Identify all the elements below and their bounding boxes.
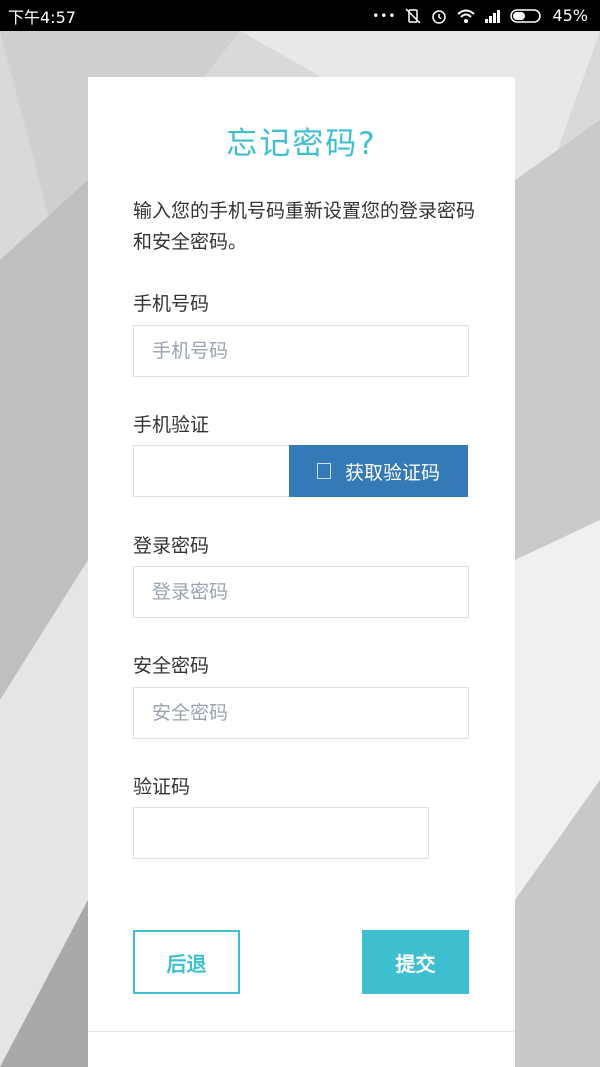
get-code-button[interactable]: 获取验证码 [289,445,468,497]
get-code-label: 获取验证码 [344,462,440,484]
security-password-input[interactable] [133,687,469,739]
wifi-icon [457,9,476,23]
captcha-input[interactable] [133,807,429,859]
signal-icon [485,9,501,23]
sms-label: 手机验证 [133,414,210,436]
phone-label: 手机号码 [133,293,210,315]
battery-icon [510,8,542,23]
security-password-label: 安全密码 [133,655,210,677]
sms-code-input[interactable] [133,445,290,497]
intro-text: 输入您的手机号码重新设置您的登录密码和安全密码。 [133,200,476,253]
more-dots-icon: ••• [372,8,397,23]
vibrate-off-icon [405,7,421,24]
login-password-label: 登录密码 [133,535,210,557]
submit-button[interactable]: 提交 [362,930,469,994]
back-button[interactable]: 后退 [133,930,240,994]
alarm-icon [432,9,447,24]
status-icons: ••• 45% [372,6,588,25]
login-password-input[interactable] [133,566,469,618]
captcha-label: 验证码 [133,776,191,798]
status-time: 下午4:57 [8,7,76,27]
battery-percent: 45% [552,6,588,25]
card-divider [88,1031,515,1032]
page-title: 忘记密码? [226,126,377,162]
status-bar: 下午4:57 ••• 45% [0,0,600,31]
phone-icon [316,463,331,479]
phone-input[interactable] [133,325,469,377]
